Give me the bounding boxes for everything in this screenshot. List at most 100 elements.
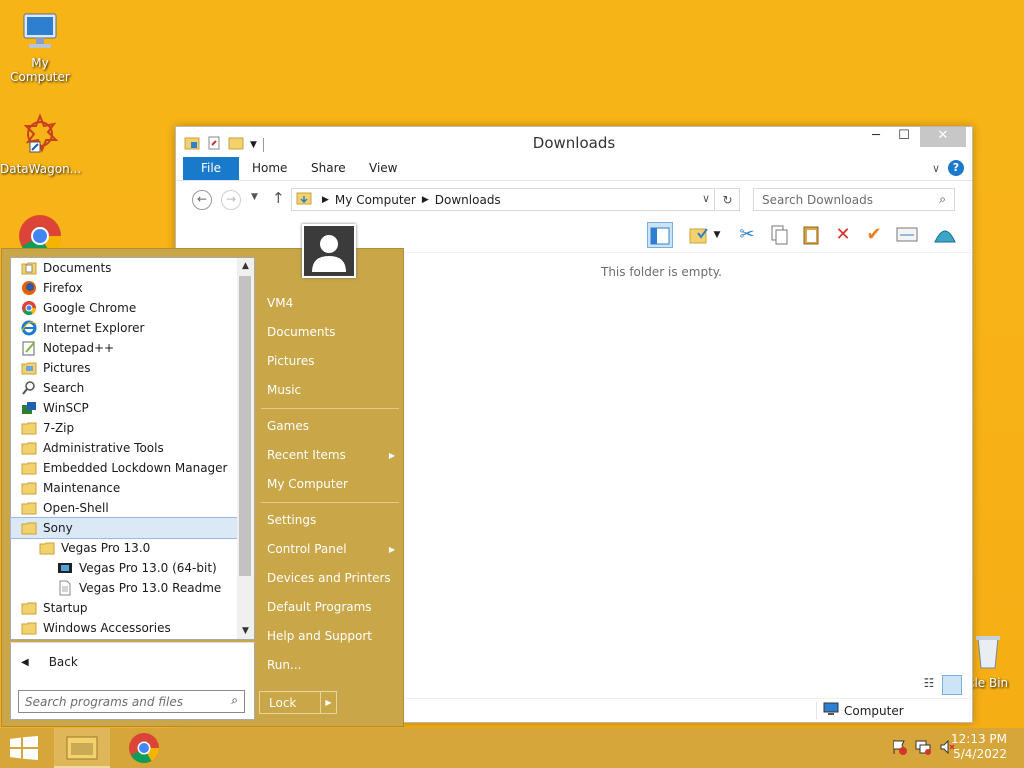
tab-file[interactable]: File bbox=[183, 157, 239, 180]
breadcrumb-downloads[interactable]: Downloads bbox=[435, 193, 501, 207]
programs-scrollbar[interactable]: ▲ ▼ bbox=[237, 258, 254, 639]
maximize-button[interactable]: ☐ bbox=[890, 127, 918, 147]
start-menu-item[interactable]: Default Programs bbox=[261, 593, 399, 622]
address-bar[interactable]: ▶ My Computer ▶ Downloads ∨ bbox=[291, 188, 715, 211]
start-menu-item[interactable]: Control Panel ▶ bbox=[261, 535, 399, 564]
taskbar-file-explorer[interactable] bbox=[54, 728, 110, 768]
copy-icon[interactable] bbox=[766, 222, 792, 248]
start-menu-item[interactable]: Games bbox=[261, 412, 399, 441]
program-item[interactable]: WinSCP bbox=[11, 398, 239, 418]
program-label: Firefox bbox=[43, 281, 83, 295]
chevron-down-icon[interactable]: ▼ bbox=[710, 222, 724, 248]
chevron-down-icon[interactable]: ∨ bbox=[702, 192, 710, 205]
computer-icon bbox=[823, 702, 839, 719]
start-button[interactable] bbox=[10, 736, 38, 760]
minimize-button[interactable]: ─ bbox=[862, 127, 890, 147]
chrome-icon bbox=[129, 733, 159, 764]
tab-home[interactable]: Home bbox=[252, 161, 287, 175]
scroll-down-arrow[interactable]: ▼ bbox=[237, 623, 254, 639]
refresh-button[interactable]: ↻ bbox=[716, 188, 740, 211]
title-bar[interactable]: ▼ Downloads ─ ☐ ✕ bbox=[176, 127, 972, 157]
program-item[interactable]: Firefox bbox=[11, 278, 239, 298]
program-item[interactable]: Pictures bbox=[11, 358, 239, 378]
program-item[interactable]: Documents bbox=[11, 258, 239, 278]
program-item[interactable]: Vegas Pro 13.0 bbox=[11, 538, 239, 558]
program-item[interactable]: Sony bbox=[10, 517, 240, 539]
start-menu-item[interactable]: My Computer bbox=[261, 470, 399, 499]
program-label: Vegas Pro 13.0 (64-bit) bbox=[79, 561, 217, 575]
program-label: Google Chrome bbox=[43, 301, 137, 315]
email-icon[interactable] bbox=[894, 222, 920, 248]
start-menu-item[interactable]: Devices and Printers bbox=[261, 564, 399, 593]
program-item[interactable]: Vegas Pro 13.0 Readme bbox=[11, 578, 239, 598]
search-input[interactable]: Search Downloads ⌕ bbox=[753, 188, 955, 211]
start-menu-item-label: Settings bbox=[267, 513, 317, 527]
search-area: Search programs and files ⌕ bbox=[10, 680, 255, 720]
up-button[interactable]: ↑ bbox=[272, 189, 285, 207]
program-label: Notepad++ bbox=[43, 341, 115, 355]
start-menu-item[interactable]: VM4 bbox=[261, 289, 399, 318]
search-icon: ⌕ bbox=[939, 192, 946, 206]
program-item[interactable]: Search bbox=[11, 378, 239, 398]
folder-icon bbox=[21, 460, 37, 476]
program-item[interactable]: Open-Shell bbox=[11, 498, 239, 518]
folder-icon bbox=[21, 440, 37, 456]
folder-icon bbox=[21, 620, 37, 636]
preview-pane-icon[interactable] bbox=[647, 222, 673, 248]
desktop-icon-datawagon[interactable]: DataWagon... bbox=[0, 112, 81, 176]
close-button[interactable]: ✕ bbox=[920, 127, 966, 147]
shell-icon[interactable] bbox=[932, 222, 958, 248]
start-menu-item[interactable]: Pictures bbox=[261, 347, 399, 376]
scroll-up-arrow[interactable]: ▲ bbox=[237, 258, 254, 274]
desktop-icon-my-computer[interactable]: My Computer bbox=[0, 10, 80, 84]
folder-icon bbox=[21, 480, 37, 496]
start-menu-item[interactable]: Documents bbox=[261, 318, 399, 347]
action-center-flag-icon[interactable] bbox=[890, 738, 908, 759]
start-menu-item[interactable]: Run... bbox=[261, 651, 399, 680]
start-menu-item[interactable]: Settings bbox=[261, 506, 399, 535]
start-menu-item[interactable]: Recent Items ▶ bbox=[261, 441, 399, 470]
start-menu-item[interactable]: Music bbox=[261, 376, 399, 405]
program-item[interactable]: Vegas Pro 13.0 (64-bit) bbox=[11, 558, 239, 578]
cut-icon[interactable]: ✂ bbox=[734, 222, 760, 248]
forward-button[interactable]: → bbox=[221, 190, 241, 210]
properties-icon[interactable]: ✔ bbox=[861, 222, 887, 248]
clock[interactable]: 12:13 PM 5/4/2022 bbox=[951, 732, 1007, 762]
user-avatar[interactable] bbox=[302, 224, 356, 278]
program-item[interactable]: Google Chrome bbox=[11, 298, 239, 318]
paste-icon[interactable] bbox=[798, 222, 824, 248]
program-label: WinSCP bbox=[43, 401, 89, 415]
program-item[interactable]: Maintenance bbox=[11, 478, 239, 498]
back-button[interactable]: ← bbox=[192, 190, 212, 210]
program-item[interactable]: Administrative Tools bbox=[11, 438, 239, 458]
program-item[interactable]: Embedded Lockdown Manager bbox=[11, 458, 239, 478]
chevron-down-icon[interactable]: ∨ bbox=[932, 162, 940, 175]
lock-button[interactable]: Lock ▶ bbox=[259, 691, 337, 714]
recent-locations-button[interactable]: ▼ bbox=[251, 192, 258, 202]
delete-icon[interactable]: ✕ bbox=[830, 222, 856, 248]
program-label: Documents bbox=[43, 261, 112, 275]
search-programs-input[interactable]: Search programs and files ⌕ bbox=[18, 690, 245, 713]
details-view-icon[interactable]: ☷ bbox=[920, 676, 938, 694]
taskbar-chrome[interactable] bbox=[116, 728, 172, 768]
program-item[interactable]: Startup bbox=[11, 598, 239, 618]
breadcrumb-my-computer[interactable]: My Computer bbox=[335, 193, 416, 207]
program-item[interactable]: Notepad++ bbox=[11, 338, 239, 358]
program-item[interactable]: Internet Explorer bbox=[11, 318, 239, 338]
folder-pictures-icon bbox=[21, 360, 37, 376]
folder-icon bbox=[39, 540, 55, 556]
network-icon[interactable] bbox=[914, 738, 932, 759]
help-icon[interactable]: ? bbox=[948, 160, 964, 176]
back-button[interactable]: ◀ Back bbox=[10, 642, 255, 682]
power-options-arrow[interactable]: ▶ bbox=[320, 692, 336, 713]
tab-share[interactable]: Share bbox=[311, 161, 346, 175]
program-item[interactable]: Windows Accessories bbox=[11, 618, 239, 638]
folder-options-icon[interactable] bbox=[686, 222, 712, 248]
tab-view[interactable]: View bbox=[369, 161, 397, 175]
start-menu-item[interactable]: Help and Support bbox=[261, 622, 399, 651]
program-item[interactable]: 7-Zip bbox=[11, 418, 239, 438]
scroll-thumb[interactable] bbox=[239, 276, 251, 576]
document-icon bbox=[57, 580, 73, 596]
large-icons-view-icon[interactable] bbox=[942, 675, 962, 695]
start-menu[interactable]: Documents Firefox Google Chrome Internet Ex… bbox=[1, 224, 404, 727]
